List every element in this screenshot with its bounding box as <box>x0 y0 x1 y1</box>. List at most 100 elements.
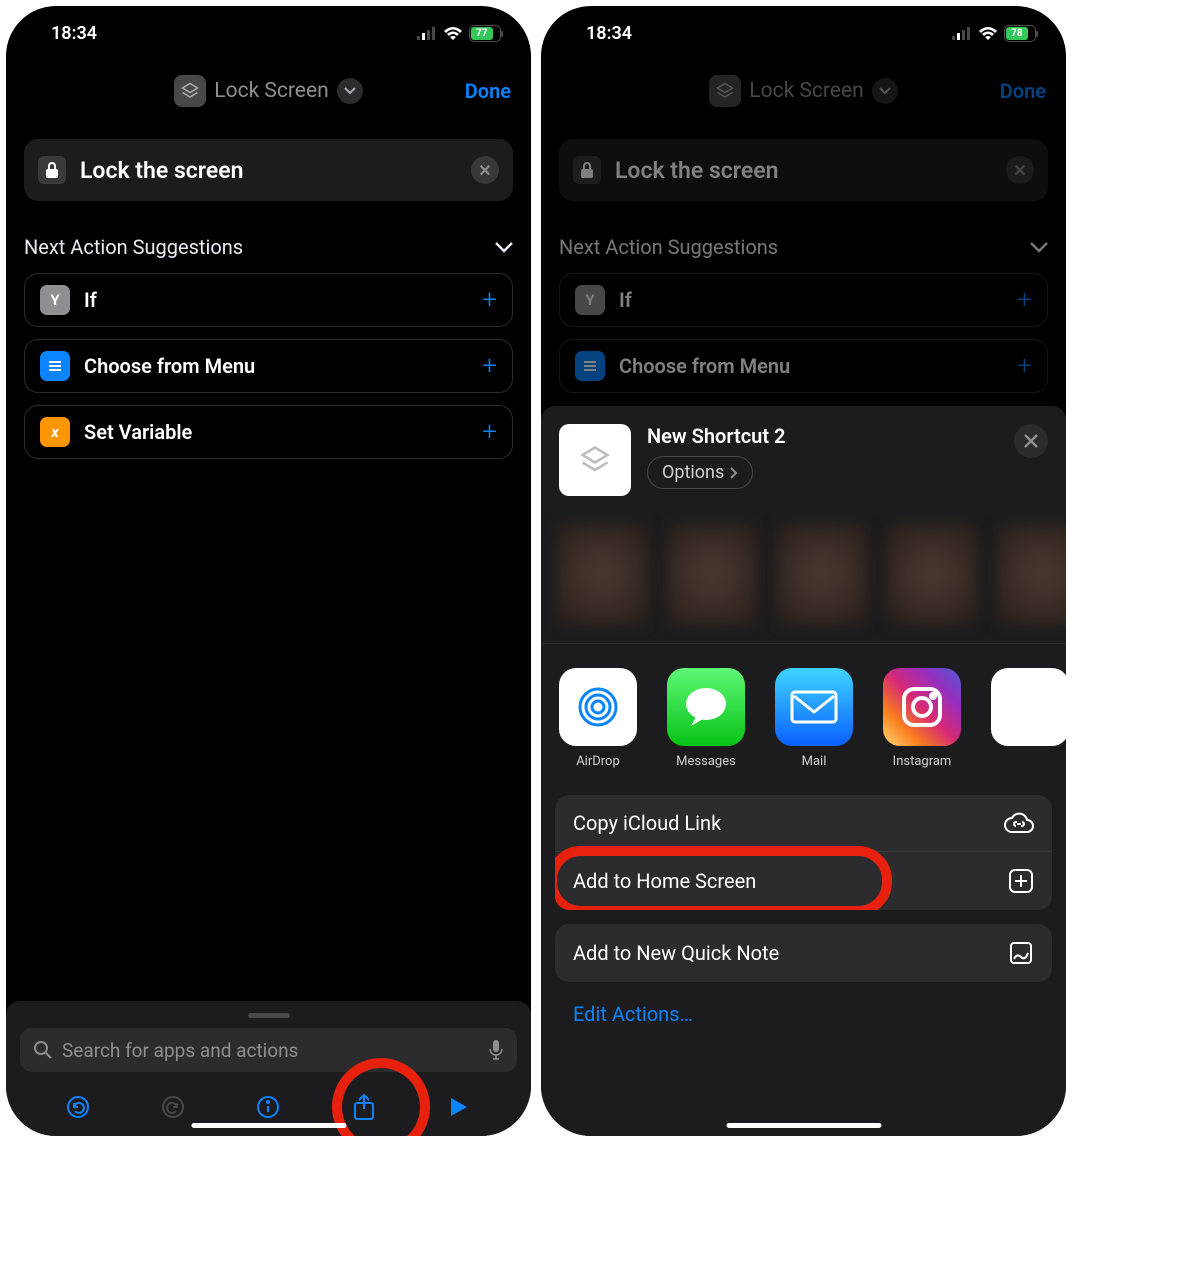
home-indicator[interactable] <box>726 1123 881 1128</box>
action-label: Lock the screen <box>80 157 243 184</box>
search-input[interactable]: Search for apps and actions <box>20 1028 517 1072</box>
contact-suggestion[interactable] <box>887 524 977 624</box>
lock-icon <box>573 156 601 184</box>
battery-fill: 77 <box>471 27 493 40</box>
share-button[interactable] <box>349 1092 379 1122</box>
share-sheet: New Shortcut 2 Options AirDrop <box>541 406 1066 1136</box>
home-indicator[interactable] <box>191 1123 346 1128</box>
chevron-down-icon <box>495 242 513 253</box>
contact-suggestion[interactable] <box>777 524 867 624</box>
suggestion-label: If <box>619 288 632 312</box>
shortcut-icon <box>174 75 206 107</box>
search-icon <box>34 1041 52 1059</box>
close-icon <box>1024 434 1038 448</box>
sheet-handle[interactable] <box>248 1013 290 1018</box>
shortcut-title-button: Lock Screen <box>709 75 897 107</box>
done-button: Done <box>1000 79 1046 103</box>
suggestion-choose-menu: Choose from Menu + <box>559 339 1048 393</box>
status-right: 78 <box>952 25 1036 42</box>
wifi-icon <box>978 27 998 41</box>
plus-icon[interactable]: + <box>482 417 497 447</box>
clear-icon[interactable]: ✕ <box>471 156 499 184</box>
plus-icon[interactable]: + <box>482 351 497 381</box>
suggestion-label: If <box>84 288 97 312</box>
mail-icon <box>775 668 853 746</box>
chevron-down-icon[interactable] <box>337 78 363 104</box>
battery-fill: 78 <box>1006 27 1028 40</box>
signal-icon <box>952 27 972 40</box>
suggestions-header[interactable]: Next Action Suggestions <box>24 235 513 259</box>
wifi-icon <box>443 27 463 41</box>
app-label: Instagram <box>893 754 952 769</box>
contacts-row[interactable] <box>541 514 1066 644</box>
close-button[interactable] <box>1014 424 1048 458</box>
editor-content: Lock the screen ✕ Next Action Suggestion… <box>541 121 1066 393</box>
app-messages[interactable]: Messages <box>667 668 745 769</box>
share-actions: Copy iCloud Link Add to Home Screen Add … <box>541 781 1066 1046</box>
suggestion-choose-menu[interactable]: Choose from Menu + <box>24 339 513 393</box>
apps-row[interactable]: AirDrop Messages Mail Instagram <box>541 644 1066 781</box>
menu-icon <box>40 351 70 381</box>
signal-icon <box>417 27 437 40</box>
action-label: Add to New Quick Note <box>573 941 779 965</box>
app-label: Messages <box>676 754 736 769</box>
options-button[interactable]: Options <box>647 456 753 489</box>
plus-icon[interactable]: + <box>482 285 497 315</box>
plus-square-icon <box>1008 868 1034 894</box>
battery-icon: 78 <box>1004 25 1036 42</box>
shortcut-title-button[interactable]: Lock Screen <box>174 75 362 107</box>
battery-icon: 77 <box>469 25 501 42</box>
branch-icon: Y <box>40 285 70 315</box>
cloud-icon <box>1004 812 1034 834</box>
search-placeholder: Search for apps and actions <box>62 1039 479 1062</box>
share-title-group: New Shortcut 2 Options <box>647 424 785 489</box>
status-time: 18:34 <box>586 23 632 44</box>
clear-icon: ✕ <box>1006 156 1034 184</box>
branch-icon: Y <box>575 285 605 315</box>
status-right: 77 <box>417 25 501 42</box>
status-bar: 18:34 78 <box>541 6 1066 61</box>
app-icon <box>991 668 1066 746</box>
contact-suggestion[interactable] <box>667 524 757 624</box>
app-label: Mail <box>802 754 827 769</box>
phone-left: 18:34 77 Lock Screen Done <box>6 6 531 1136</box>
shortcut-icon <box>709 75 741 107</box>
plus-icon: + <box>1017 285 1032 315</box>
done-button[interactable]: Done <box>465 79 511 103</box>
note-icon <box>1008 940 1034 966</box>
shortcut-title: Lock Screen <box>749 79 863 103</box>
undo-button[interactable] <box>63 1092 93 1122</box>
app-instagram[interactable]: Instagram <box>883 668 961 769</box>
action-label: Lock the screen <box>615 157 778 184</box>
action-lock-screen[interactable]: Lock the screen ✕ <box>24 139 513 201</box>
app-more[interactable] <box>991 668 1066 769</box>
share-header: New Shortcut 2 Options <box>541 406 1066 514</box>
menu-icon <box>575 351 605 381</box>
suggestion-if[interactable]: Y If + <box>24 273 513 327</box>
suggestion-set-variable[interactable]: x Set Variable + <box>24 405 513 459</box>
plus-icon: + <box>1017 351 1032 381</box>
action-add-quick-note[interactable]: Add to New Quick Note <box>555 924 1052 982</box>
run-button[interactable] <box>444 1092 474 1122</box>
lock-icon <box>38 156 66 184</box>
shortcut-title: Lock Screen <box>214 79 328 103</box>
app-mail[interactable]: Mail <box>775 668 853 769</box>
status-bar: 18:34 77 <box>6 6 531 61</box>
editor-header: Lock Screen Done <box>541 61 1066 121</box>
action-copy-icloud-link[interactable]: Copy iCloud Link <box>555 795 1052 851</box>
action-group: Add to New Quick Note <box>555 924 1052 982</box>
contact-suggestion[interactable] <box>997 524 1066 624</box>
contact-suggestion[interactable] <box>557 524 647 624</box>
edit-actions-button[interactable]: Edit Actions… <box>555 996 1052 1032</box>
mic-icon[interactable] <box>489 1040 503 1060</box>
info-button[interactable] <box>253 1092 283 1122</box>
action-add-home-screen[interactable]: Add to Home Screen <box>555 851 1052 910</box>
editor-header: Lock Screen Done <box>6 61 531 121</box>
app-airdrop[interactable]: AirDrop <box>559 668 637 769</box>
action-label: Copy iCloud Link <box>573 811 721 835</box>
action-label: Add to Home Screen <box>573 869 756 893</box>
action-lock-screen: Lock the screen ✕ <box>559 139 1048 201</box>
suggestion-if: Y If + <box>559 273 1048 327</box>
variable-icon: x <box>40 417 70 447</box>
chevron-down-icon <box>1030 242 1048 253</box>
